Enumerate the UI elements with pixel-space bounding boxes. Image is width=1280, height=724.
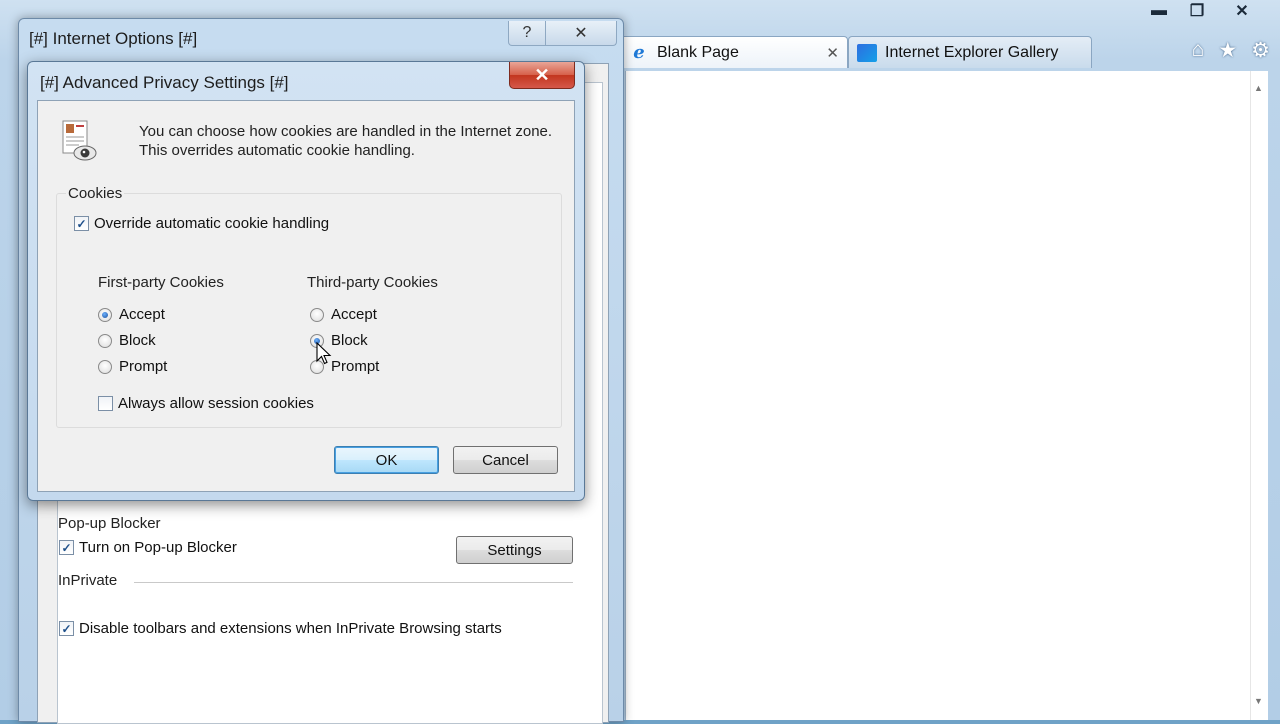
radio-button[interactable] — [98, 359, 112, 374]
maximize-button[interactable]: ❐ — [1178, 0, 1216, 22]
checkbox-label: Always allow session cookies — [118, 395, 314, 412]
tools-gear-icon[interactable]: ⚙ — [1251, 38, 1270, 63]
close-button[interactable]: ✕ — [545, 21, 617, 46]
close-button[interactable]: ✕ — [509, 62, 575, 89]
ok-button[interactable]: OK — [334, 446, 439, 474]
first-party-block-option[interactable]: Block — [98, 332, 156, 349]
inprivate-checkbox[interactable]: ✓ — [59, 621, 74, 636]
third-party-heading: Third-party Cookies — [307, 274, 438, 291]
session-cookies-checkbox[interactable] — [98, 396, 113, 411]
radio-button[interactable] — [98, 307, 112, 322]
tab-label: Blank Page — [657, 43, 739, 61]
override-checkbox[interactable]: ✓ — [74, 216, 89, 231]
tab-label: Internet Explorer Gallery — [885, 43, 1059, 61]
vertical-scrollbar[interactable]: ▲ ▼ — [1250, 71, 1268, 720]
first-party-accept-option[interactable]: Accept — [98, 306, 165, 323]
browser-window-controls: ▬ ❐ ✕ — [1140, 0, 1268, 22]
radio-label: Prompt — [331, 358, 380, 375]
tab-close-icon[interactable]: ✕ — [826, 44, 839, 62]
privacy-document-eye-icon — [62, 120, 97, 161]
advanced-privacy-settings-dialog: [#] Advanced Privacy Settings [#] ✕ You … — [27, 61, 585, 501]
cookies-group-label: Cookies — [66, 185, 125, 202]
inprivate-label: InPrivate — [58, 572, 118, 589]
gallery-icon — [857, 43, 877, 62]
close-window-button[interactable]: ✕ — [1216, 0, 1268, 22]
dialog-body: You can choose how cookies are handled i… — [37, 100, 575, 492]
radio-label: Block — [119, 332, 156, 349]
dialog-description: You can choose how cookies are handled i… — [139, 123, 553, 159]
tab-bar: e Blank Page ✕ Internet Explorer Gallery — [620, 36, 1092, 70]
popup-blocker-row[interactable]: ✓ Turn on Pop-up Blocker — [59, 539, 237, 556]
mouse-cursor-icon — [316, 342, 332, 365]
minimize-button[interactable]: ▬ — [1140, 0, 1178, 22]
third-party-accept-option[interactable]: Accept — [310, 306, 377, 323]
radio-label: Accept — [119, 306, 165, 323]
popup-settings-button[interactable]: Settings — [456, 536, 573, 564]
radio-button[interactable] — [310, 307, 324, 322]
checkbox-label: Override automatic cookie handling — [94, 215, 330, 232]
divider — [134, 582, 573, 583]
scroll-up-arrow-icon[interactable]: ▲ — [1254, 83, 1263, 93]
help-button[interactable]: ? — [508, 21, 546, 46]
popup-blocker-label: Pop-up Blocker — [58, 515, 161, 532]
page-content[interactable]: ▲ ▼ — [625, 71, 1268, 720]
session-cookies-row[interactable]: Always allow session cookies — [98, 395, 314, 412]
dialog-title: [#] Internet Options [#] — [29, 29, 198, 48]
radio-label: Prompt — [119, 358, 168, 375]
popup-blocker-checkbox[interactable]: ✓ — [59, 540, 74, 555]
checkbox-label: Disable toolbars and extensions when InP… — [79, 620, 502, 637]
cancel-button[interactable]: Cancel — [453, 446, 558, 474]
override-row[interactable]: ✓ Override automatic cookie handling — [74, 215, 329, 232]
inprivate-row[interactable]: ✓ Disable toolbars and extensions when I… — [59, 620, 502, 637]
first-party-heading: First-party Cookies — [98, 274, 224, 291]
dialog-title: [#] Advanced Privacy Settings [#] — [40, 73, 289, 92]
ie-logo-icon: e — [633, 41, 645, 63]
radio-label: Block — [331, 332, 368, 349]
radio-button[interactable] — [98, 333, 112, 348]
first-party-prompt-option[interactable]: Prompt — [98, 358, 167, 375]
home-icon[interactable]: ⌂ — [1192, 38, 1205, 63]
radio-label: Accept — [331, 306, 377, 323]
command-toolbar: ⌂ ★ ⚙ — [1192, 38, 1270, 63]
checkbox-label: Turn on Pop-up Blocker — [79, 539, 237, 556]
favorites-star-icon[interactable]: ★ — [1218, 38, 1237, 63]
tab-ie-gallery[interactable]: Internet Explorer Gallery — [848, 36, 1092, 68]
tab-blank-page[interactable]: e Blank Page ✕ — [620, 36, 848, 68]
scroll-down-arrow-icon[interactable]: ▼ — [1254, 696, 1263, 706]
